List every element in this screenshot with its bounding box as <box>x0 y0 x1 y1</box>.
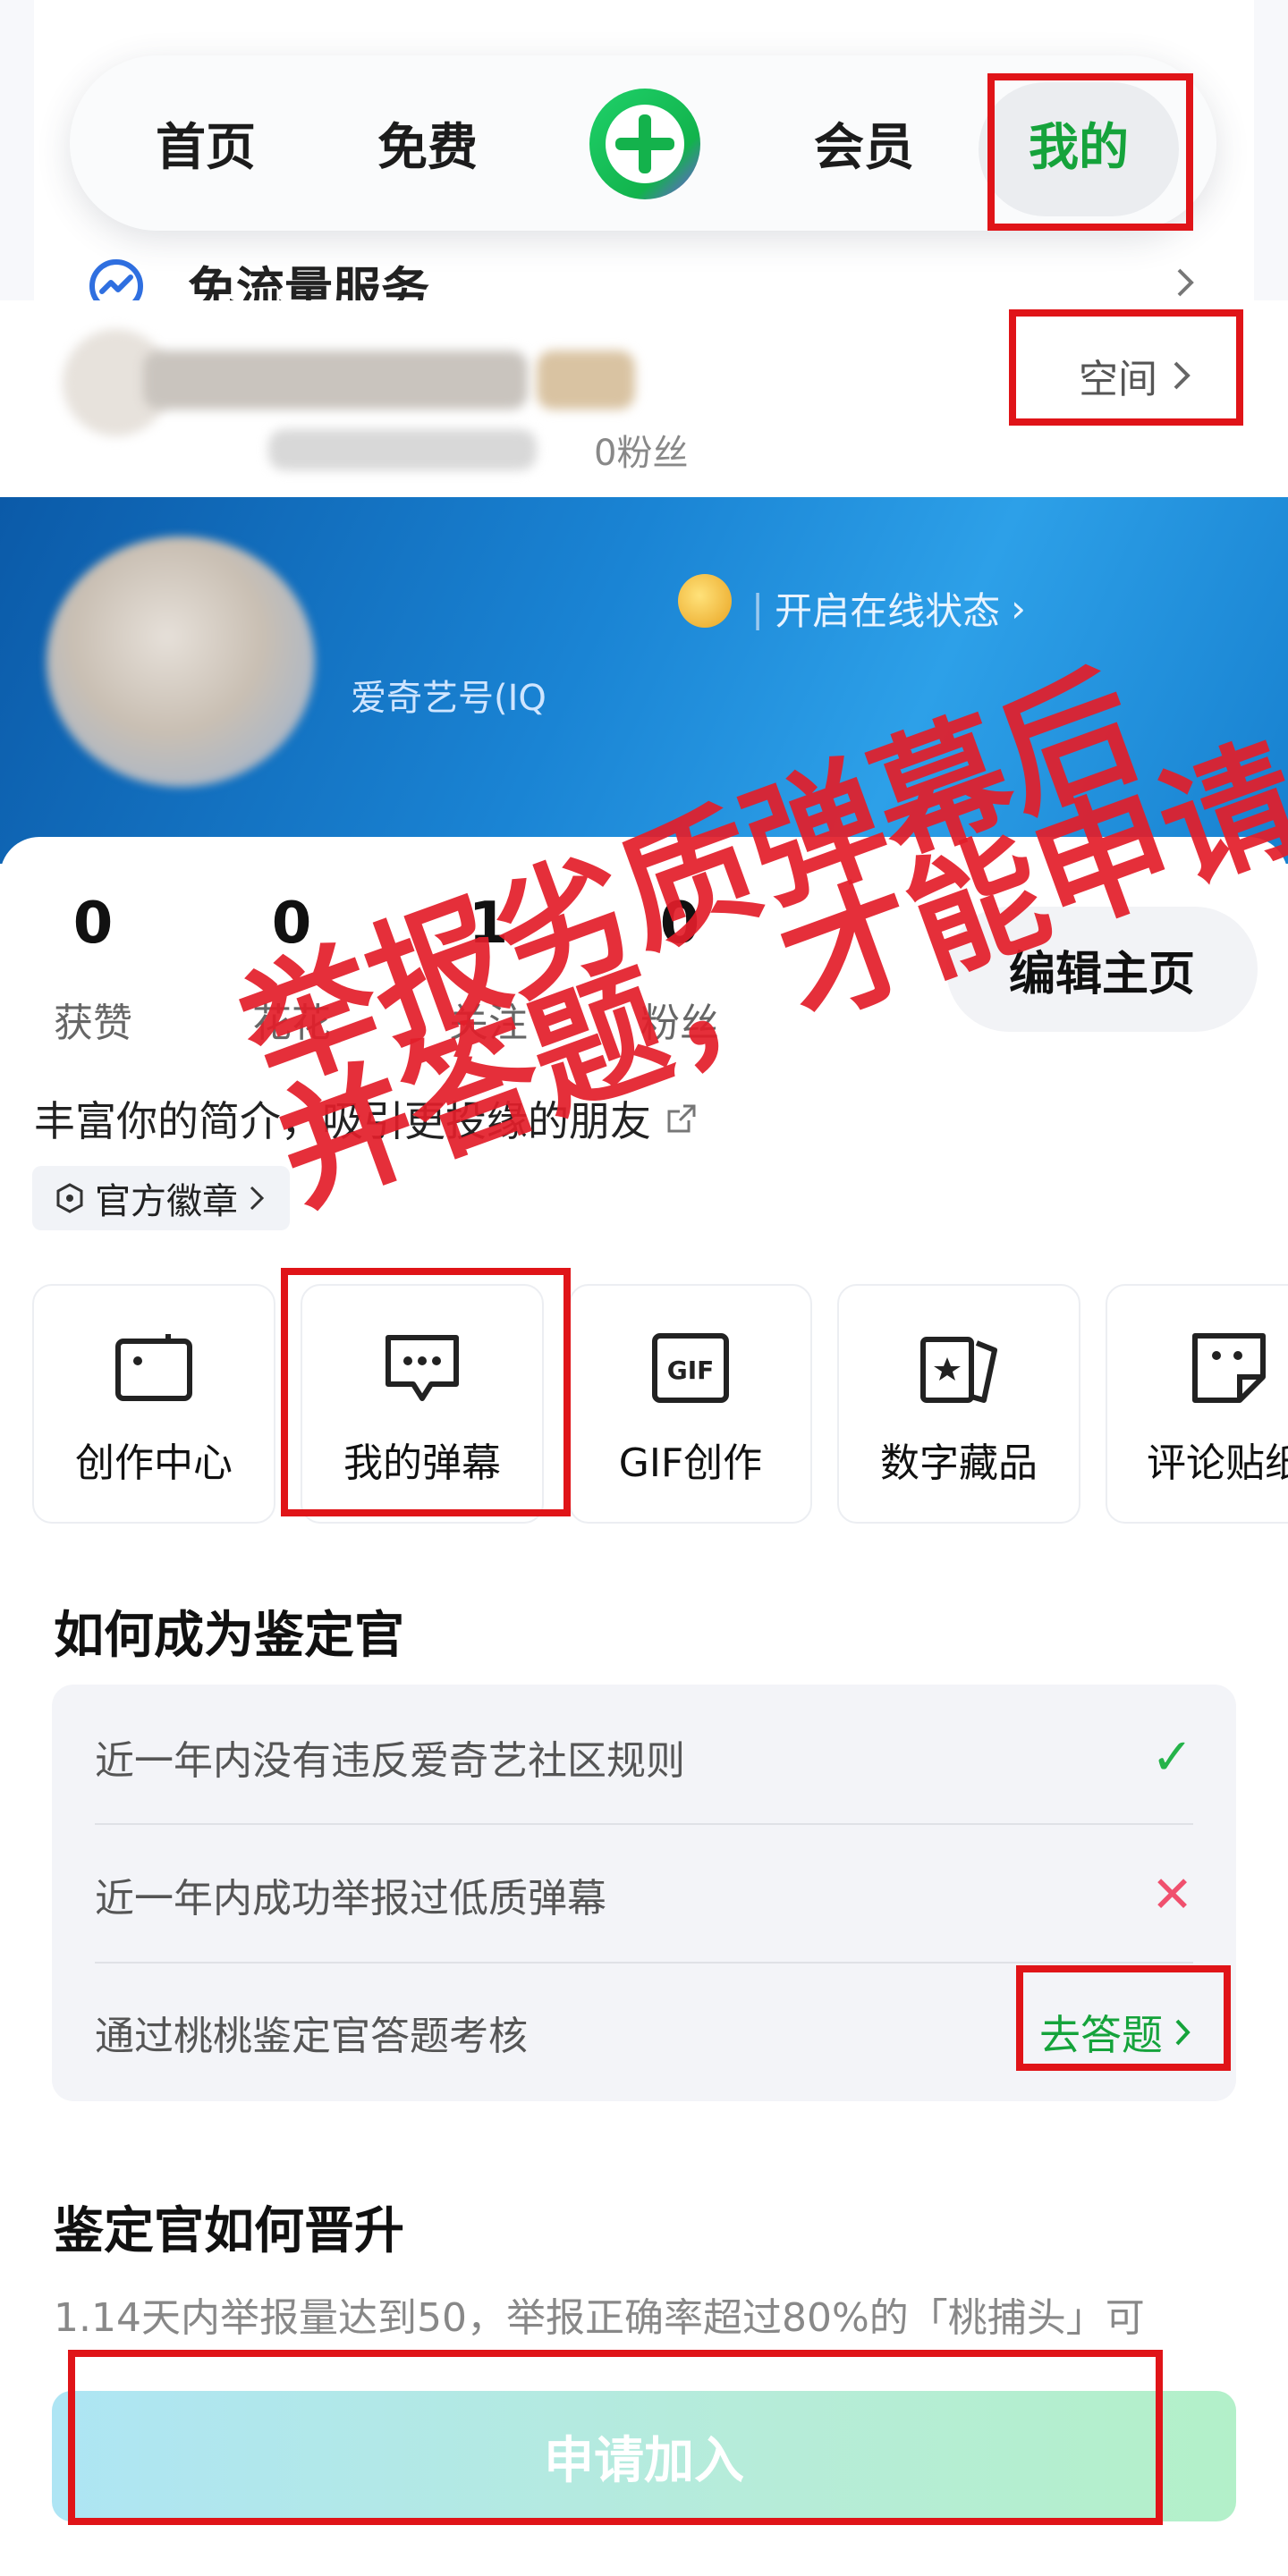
username-blurred <box>143 351 528 410</box>
tool-gif-create[interactable]: GIF GIF创作 <box>569 1284 812 1524</box>
likes-count[interactable]: 0 <box>39 891 147 957</box>
chevron-right-icon <box>250 1186 265 1211</box>
chevron-right-icon[interactable] <box>1172 265 1199 300</box>
condition-text: 通过桃桃鉴定官答题考核 <box>95 2014 528 2059</box>
tool-label: 评论贴纸 <box>1147 1440 1288 1486</box>
tool-creator-center[interactable]: 创作中心 <box>32 1284 275 1524</box>
annotation-box-apply <box>68 2350 1163 2525</box>
condition-text: 近一年内成功举报过低质弹幕 <box>95 1876 606 1921</box>
official-badge-button[interactable]: 官方徽章 <box>32 1166 290 1230</box>
appraiser-title: 如何成为鉴定官 <box>54 1607 404 1665</box>
follow-count-blurred <box>268 429 537 470</box>
tool-digital-collection[interactable]: 数字藏品 <box>837 1284 1080 1524</box>
condition-row: 近一年内没有违反爱奇艺社区规则 ✓ <box>95 1688 1193 1826</box>
tab-vip[interactable]: 会员 <box>801 109 927 177</box>
svg-text:GIF: GIF <box>667 1356 715 1385</box>
chevron-right-icon: › <box>1011 587 1026 630</box>
online-emoji-icon <box>678 574 732 628</box>
comment-sticker-icon <box>1192 1333 1266 1403</box>
promotion-title: 鉴定官如何晋升 <box>54 2202 404 2260</box>
iqiyi-plus-logo-icon[interactable] <box>585 84 705 204</box>
official-badge-label: 官方徽章 <box>95 1181 238 1222</box>
annotation-box-danmaku <box>281 1268 571 1516</box>
promotion-desc: 1.14天内举报量达到50，举报正确率超过80%的「桃捕头」可 <box>54 2295 1145 2341</box>
annotation-box-mine-tab <box>987 73 1193 231</box>
tool-label: 数字藏品 <box>880 1440 1038 1486</box>
divider <box>95 1823 1193 1825</box>
fans-count-top: 0粉丝 <box>594 433 689 474</box>
avatar-blurred[interactable] <box>47 536 315 787</box>
badge-hexagon-icon <box>56 1183 83 1213</box>
check-icon: ✓ <box>1151 1727 1193 1786</box>
likes-label: 获赞 <box>54 1001 132 1046</box>
cross-icon: ✕ <box>1151 1865 1193 1924</box>
tab-home[interactable]: 首页 <box>143 109 268 177</box>
creator-camera-icon <box>115 1334 192 1401</box>
tool-comment-sticker[interactable]: 评论贴纸 <box>1106 1284 1288 1524</box>
condition-text: 近一年内没有违反爱奇艺社区规则 <box>95 1738 685 1784</box>
tool-label: GIF创作 <box>618 1440 763 1486</box>
digital-collection-icon <box>920 1337 997 1403</box>
tab-free[interactable]: 免费 <box>365 109 490 177</box>
annotation-box-space <box>1009 309 1243 426</box>
iqiyi-id: 爱奇艺号(IQ <box>351 678 547 719</box>
username-blurred-2 <box>537 351 635 410</box>
annotation-box-go-answer <box>1016 1965 1231 2071</box>
gif-icon: GIF <box>652 1333 729 1403</box>
online-status-button[interactable]: | 开启在线状态 › <box>751 581 1026 636</box>
condition-row: 近一年内成功举报过低质弹幕 ✕ <box>95 1826 1193 1964</box>
tool-label: 创作中心 <box>75 1440 233 1486</box>
online-status-label: 开启在线状态 <box>775 589 1001 633</box>
